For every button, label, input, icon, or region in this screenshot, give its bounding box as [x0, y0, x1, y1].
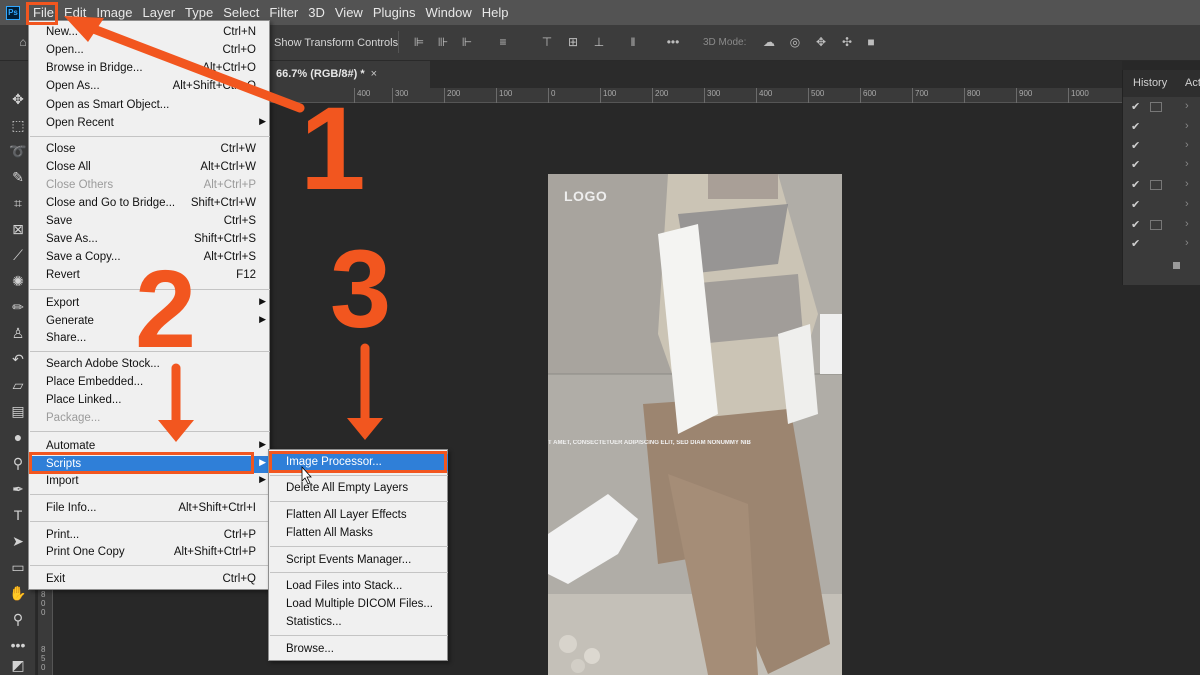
mouse-cursor-icon: [301, 465, 312, 485]
photoshop-window: Ps File Edit Image Layer Type Select Fil…: [0, 0, 1200, 675]
arrowhead-2: [158, 420, 194, 442]
annotation-arrows: [64, 16, 383, 485]
arrow-to-file-menu: [73, 18, 305, 113]
arrowhead-3: [347, 418, 383, 440]
